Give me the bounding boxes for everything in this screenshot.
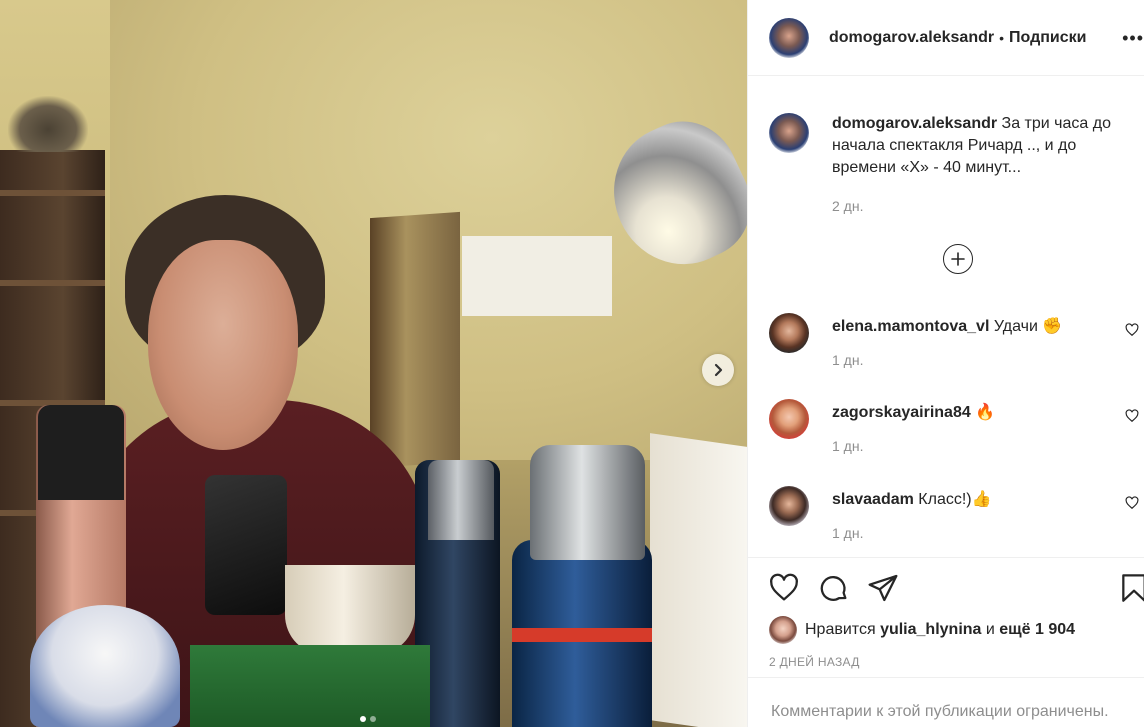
comment-item: zagorskayairina84 🔥 1 дн. [769, 399, 1139, 469]
likes-summary: Нравится yulia_hlynina и ещё 1 904 [769, 616, 1075, 644]
plus-circle-icon [951, 252, 965, 266]
photo-person-face [148, 240, 298, 450]
post-actions: Нравится yulia_hlynina и ещё 1 904 2 ДНЕ… [748, 557, 1144, 677]
photo-figurine [8, 96, 88, 152]
author-avatar[interactable] [769, 17, 809, 58]
comment-time: 1 дн. [832, 525, 864, 541]
post-date[interactable]: 2 ДНЕЙ НАЗАД [769, 655, 860, 669]
comments-disabled-notice: Комментарии к этой публикации ограничены… [771, 703, 1109, 720]
comment-text: 🔥 [975, 404, 996, 421]
photo-paper [650, 433, 747, 727]
carousel-dots [360, 716, 376, 722]
comment-text: Класс!)👍 [918, 491, 992, 508]
chevron-right-icon [714, 363, 723, 377]
comment-username[interactable]: slavaadam [832, 491, 914, 508]
heart-icon[interactable] [768, 572, 800, 604]
commenter-avatar[interactable] [769, 486, 809, 526]
post-caption: domogarov.aleksandr За три часа до начал… [769, 113, 1139, 179]
comment-username[interactable]: zagorskayairina84 [832, 404, 971, 421]
commenter-avatar[interactable] [769, 399, 809, 439]
comment-input-area: Комментарии к этой публикации ограничены… [748, 677, 1144, 727]
liker-avatar[interactable] [769, 616, 797, 644]
post-sidebar: domogarov.aleksandr • Подписки ••• domog… [747, 0, 1144, 727]
carousel-next-button[interactable] [702, 354, 734, 386]
comment-heart-icon[interactable] [1125, 496, 1139, 510]
likes-count[interactable]: ещё 1 904 [999, 621, 1075, 638]
photo-towel [462, 236, 612, 316]
caption-avatar[interactable] [769, 113, 809, 153]
caption-time: 2 дн. [832, 198, 864, 214]
photo-phone [205, 475, 287, 615]
photo-cup [285, 565, 415, 655]
liker-username[interactable]: yulia_hlynina [880, 621, 981, 638]
comment-username[interactable]: elena.mamontova_vl [832, 318, 989, 335]
post-photo[interactable] [0, 0, 747, 727]
more-options-icon[interactable]: ••• [1122, 28, 1144, 49]
comment-heart-icon[interactable] [1125, 409, 1139, 423]
comment-icon[interactable] [818, 572, 850, 604]
carousel-dot [370, 716, 376, 722]
photo-box [190, 645, 430, 727]
bookmark-icon[interactable] [1118, 572, 1144, 604]
load-more-comments-button[interactable] [943, 244, 973, 274]
comment-time: 1 дн. [832, 438, 864, 454]
comment-text: Удачи ✊ [993, 318, 1063, 335]
comment-item: elena.mamontova_vl Удачи ✊ 1 дн. [769, 313, 1139, 383]
following-button[interactable]: Подписки [1009, 29, 1086, 47]
photo-teapot [30, 605, 180, 727]
comment-item: slavaadam Класс!)👍 1 дн. [769, 486, 1139, 556]
likes-prefix: Нравится [805, 621, 876, 638]
paper-plane-icon[interactable] [867, 572, 899, 604]
header-separator: • [999, 29, 1004, 46]
carousel-dot-active [360, 716, 366, 722]
author-username[interactable]: domogarov.aleksandr [829, 29, 994, 47]
comment-heart-icon[interactable] [1125, 323, 1139, 337]
comment-time: 1 дн. [832, 352, 864, 368]
photo-mirror [370, 211, 460, 469]
likes-and: и [985, 621, 995, 638]
caption-username[interactable]: domogarov.aleksandr [832, 115, 997, 132]
post-header: domogarov.aleksandr • Подписки ••• [748, 0, 1144, 76]
commenter-avatar[interactable] [769, 313, 809, 353]
comments-list[interactable]: domogarov.aleksandr За три часа до начал… [748, 77, 1144, 557]
